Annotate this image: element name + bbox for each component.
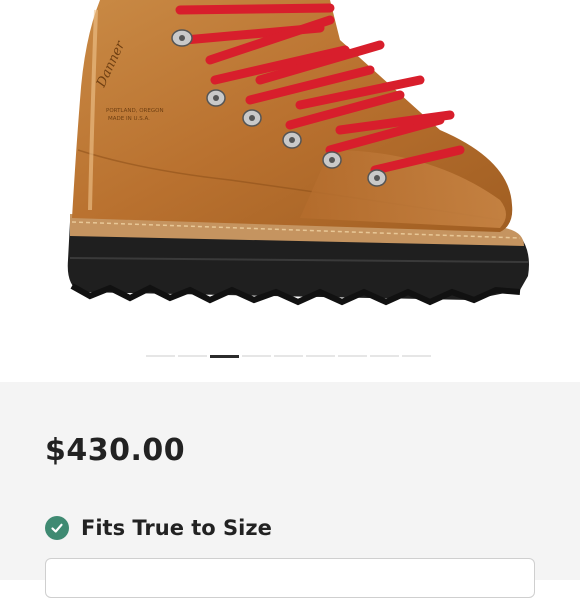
svg-text:MADE IN U.S.A.: MADE IN U.S.A. xyxy=(108,116,150,122)
carousel-dot[interactable] xyxy=(338,355,367,357)
carousel-dot[interactable] xyxy=(402,355,431,357)
hiking-boot-photo: Danner PORTLAND, OREGON MADE IN U.S.A. xyxy=(67,0,529,306)
product-image[interactable]: Danner PORTLAND, OREGON MADE IN U.S.A. xyxy=(0,0,580,382)
carousel-dot[interactable] xyxy=(306,355,335,357)
carousel-dot[interactable] xyxy=(370,355,399,357)
price: $430.00 xyxy=(45,433,186,468)
size-select[interactable] xyxy=(45,558,535,598)
fit-label: Fits True to Size xyxy=(81,516,272,540)
carousel-dot[interactable] xyxy=(210,355,239,358)
svg-text:PORTLAND, OREGON: PORTLAND, OREGON xyxy=(106,108,164,114)
carousel-dot[interactable] xyxy=(178,355,207,357)
fit-indicator: Fits True to Size xyxy=(45,516,272,540)
image-carousel-pager[interactable] xyxy=(146,355,431,358)
carousel-dot[interactable] xyxy=(274,355,303,357)
product-info-panel xyxy=(0,382,580,580)
check-circle-icon xyxy=(45,516,69,540)
carousel-dot[interactable] xyxy=(146,355,175,357)
carousel-dot[interactable] xyxy=(242,355,271,357)
